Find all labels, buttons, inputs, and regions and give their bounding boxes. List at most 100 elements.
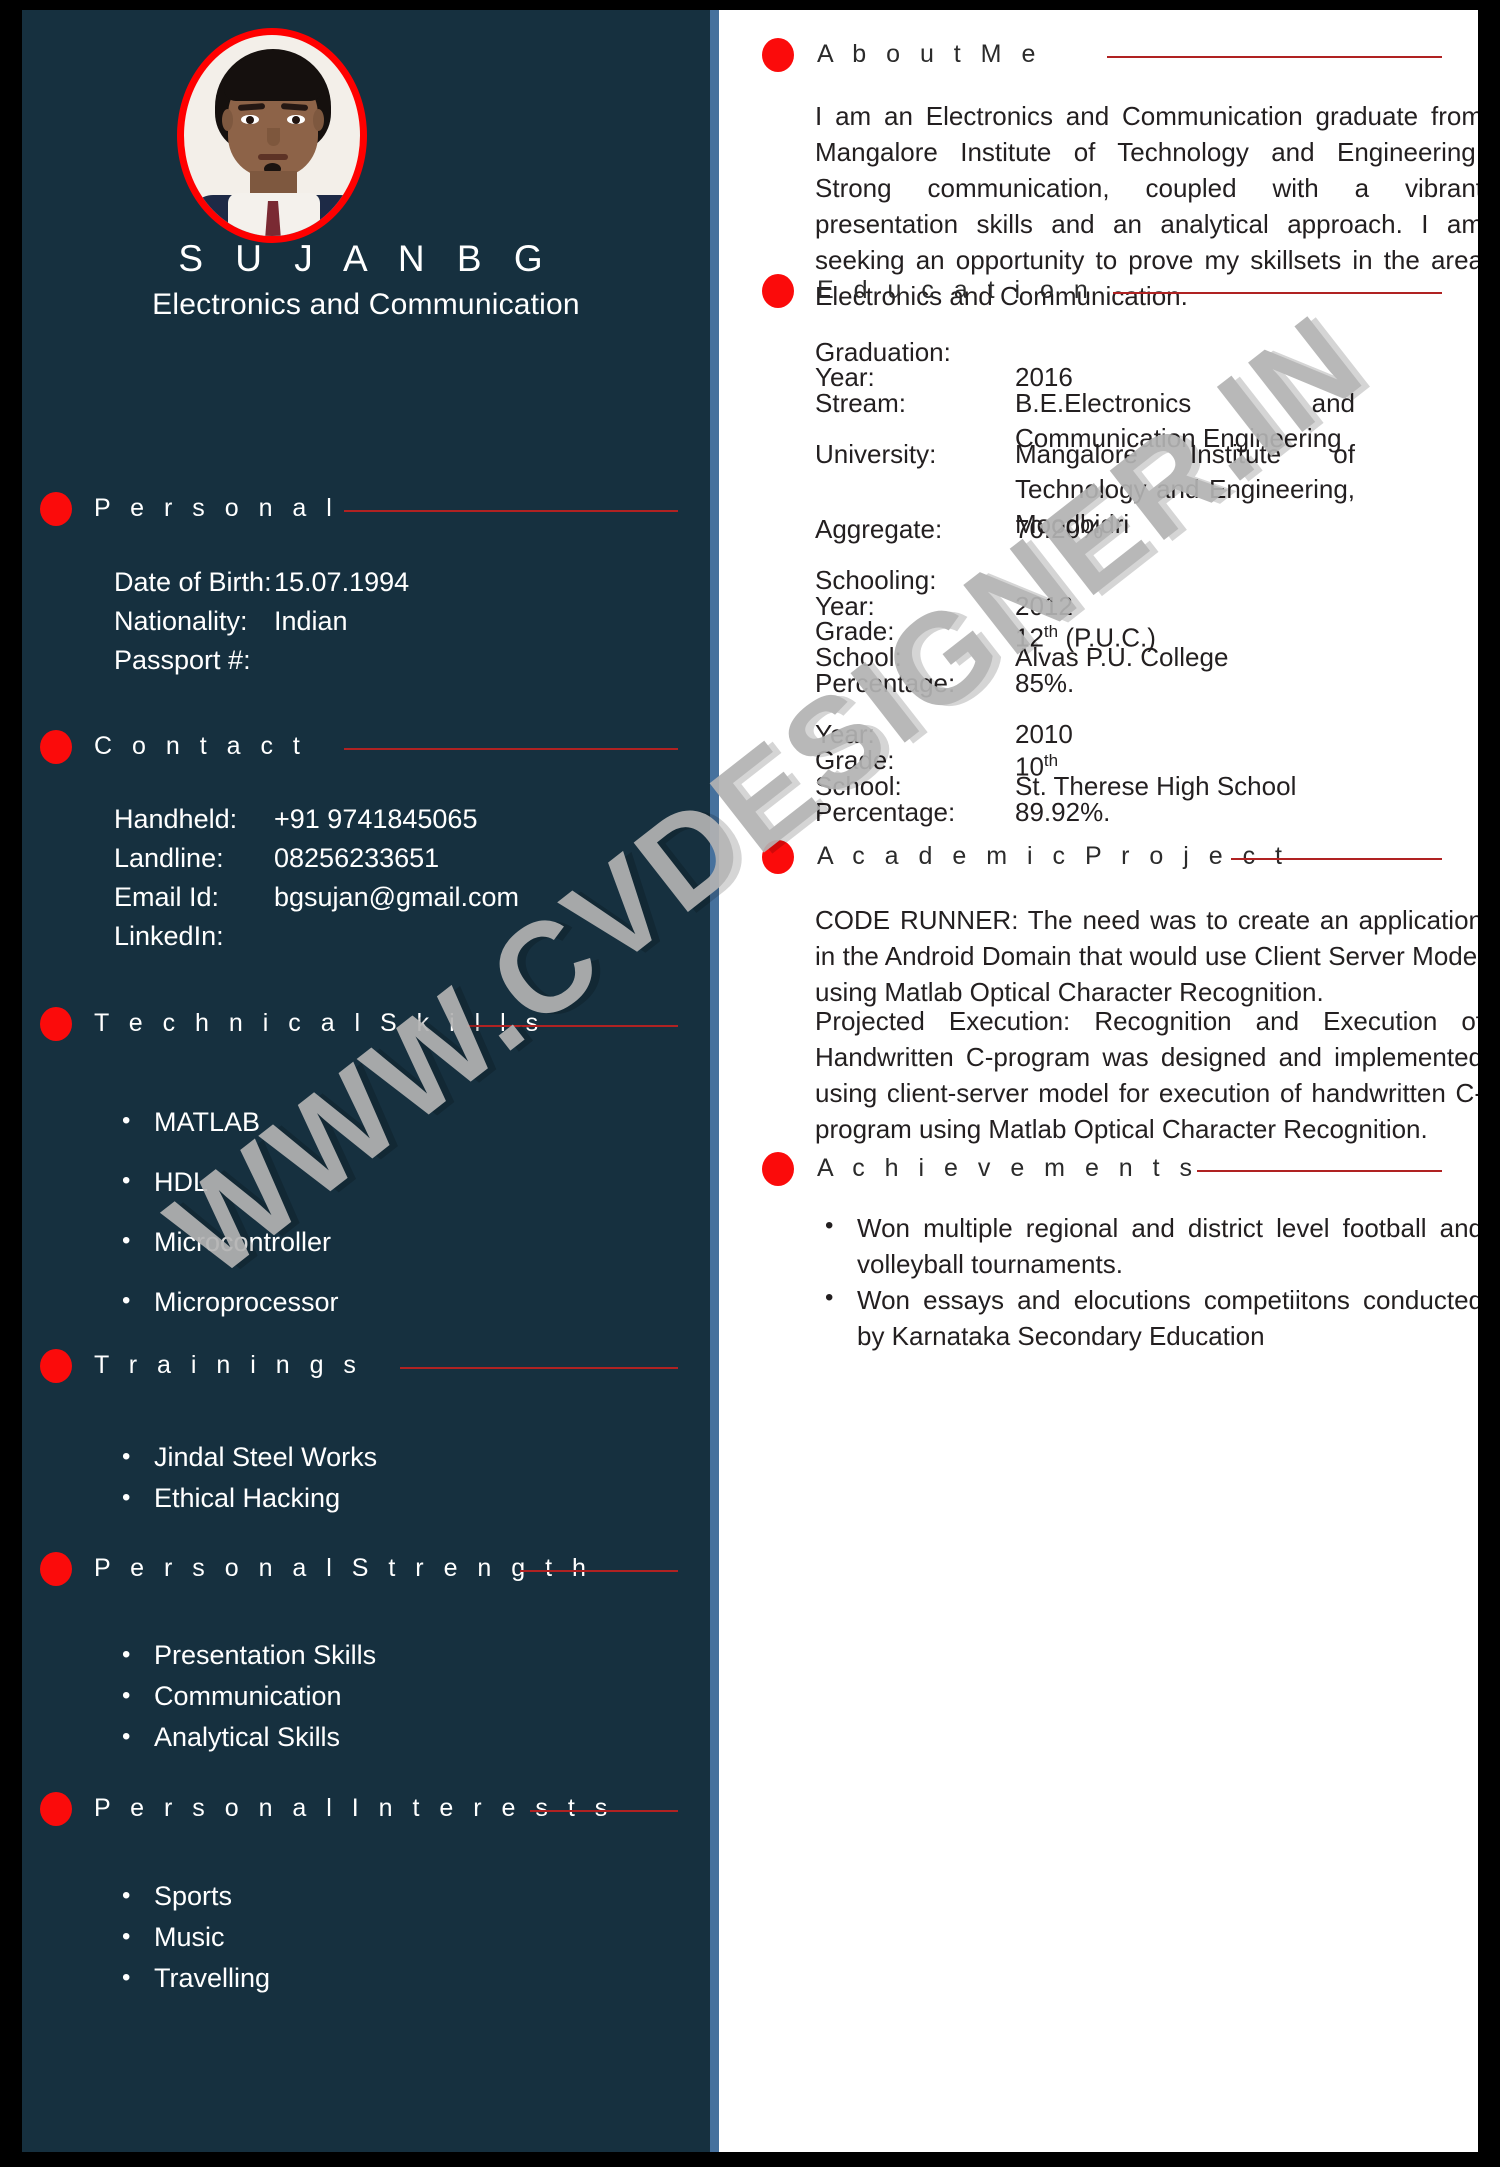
education-schooling-heading: Schooling:	[815, 565, 937, 595]
section-bullet-icon	[40, 1552, 72, 1586]
personal-nationality-row: Nationality: Indian	[114, 602, 348, 641]
section-bullet-icon	[40, 730, 72, 764]
section-title-education: E d u c a t i o n	[817, 276, 1095, 304]
section-bullet-icon	[762, 1152, 794, 1186]
education-schooling1-school: School: Alvas P.U. College	[815, 642, 1229, 672]
section-title-personal: P e r s o n a l	[94, 494, 339, 522]
section-bullet-icon	[40, 1792, 72, 1826]
section-title-technical-skills: T e c h n i c a l S k i l l s	[94, 1009, 545, 1037]
personal-dob-label: Date of Birth:	[114, 567, 272, 597]
personal-nationality-label: Nationality:	[114, 606, 248, 636]
education-schooling1-year: Year: 2012	[815, 591, 1073, 621]
section-rule	[520, 1570, 678, 1572]
education-schooling2-school: School: St. Therese High School	[815, 771, 1297, 801]
contact-handheld-row: Handheld: +91 9741845065	[114, 800, 477, 839]
section-bullet-icon	[762, 38, 794, 72]
section-contact: C o n t a c t	[22, 728, 710, 772]
education-schooling2-percentage: Percentage: 89.92%.	[815, 797, 1111, 827]
panel-edge-stripe	[710, 10, 719, 2152]
list-item: Microprocessor	[114, 1271, 339, 1332]
technical-skills-list: MATLAB HDL Microcontroller Microprocesso…	[114, 1091, 339, 1332]
main-content: A b o u t M e I am an Electronics and Co…	[719, 10, 1478, 2152]
section-title-contact: C o n t a c t	[94, 732, 307, 760]
personal-passport-label: Passport #:	[114, 645, 251, 675]
candidate-name: S U J A N B G	[178, 238, 554, 279]
contact-email-row: Email Id: bgsujan@gmail.com	[114, 878, 519, 917]
contact-landline-row: Landline: 08256233651	[114, 839, 439, 878]
section-about-me: A b o u t M e	[719, 36, 1478, 80]
section-rule	[1231, 858, 1442, 860]
education-schooling1-percentage: Percentage: 85%.	[815, 668, 1075, 698]
achievements-list: Won multiple regional and district level…	[815, 1208, 1478, 1354]
section-bullet-icon	[40, 1007, 72, 1041]
section-bullet-icon	[40, 492, 72, 526]
list-item: Microcontroller	[114, 1211, 339, 1272]
academic-project-paragraph-2: Projected Execution: Recognition and Exe…	[815, 1006, 1478, 1144]
personal-dob-value: 15.07.1994	[274, 567, 410, 597]
education-schooling1-grade: Grade: 12th (P.U.C.)	[815, 614, 1435, 653]
section-rule	[1197, 1170, 1442, 1172]
left-sidebar: S U J A N B G Electronics and Communicat…	[22, 10, 710, 2152]
list-item: HDL	[114, 1151, 339, 1212]
list-item: Jindal Steel Works	[114, 1436, 377, 1478]
contact-email-value[interactable]: bgsujan@gmail.com	[274, 882, 519, 912]
list-item: Communication	[114, 1675, 376, 1717]
section-achievements: A c h i e v e m e n t s	[719, 1150, 1478, 1194]
education-schooling2-year: Year: 2010	[815, 719, 1073, 749]
section-rule	[530, 1810, 678, 1812]
section-title-about-me: A b o u t M e	[817, 40, 1042, 68]
section-bullet-icon	[40, 1349, 72, 1383]
section-personal-strength: P e r s o n a l S t r e n g t h	[22, 1550, 710, 1594]
section-personal-interests: P e r s o n a l I n t e r e s t s	[22, 1790, 710, 1834]
personal-interests-list: Sports Music Travelling	[114, 1875, 270, 1999]
contact-linkedin-row: LinkedIn:	[114, 917, 274, 956]
section-title-achievements: A c h i e v e m e n t s	[817, 1154, 1199, 1182]
contact-email-label: Email Id:	[114, 882, 220, 912]
section-rule	[344, 748, 678, 750]
list-item: Won essays and elocutions competiitons c…	[815, 1280, 1478, 1354]
list-item: Presentation Skills	[114, 1634, 376, 1676]
section-title-personal-strength: P e r s o n a l S t r e n g t h	[94, 1554, 593, 1582]
education-graduation-year: Year: 2016	[815, 362, 1073, 392]
contact-handheld-value[interactable]: +91 9741845065	[274, 804, 477, 834]
list-item: Sports	[114, 1875, 270, 1917]
education-graduation-heading: Graduation:	[815, 337, 951, 367]
avatar	[177, 28, 367, 243]
section-technical-skills: T e c h n i c a l S k i l l s	[22, 1005, 710, 1049]
contact-handheld-label: Handheld:	[114, 804, 238, 834]
section-rule	[400, 1367, 678, 1369]
list-item: MATLAB	[114, 1091, 339, 1152]
education-graduation-aggregate: Aggregate: 70.20%	[815, 514, 1104, 544]
personal-dob-row: Date of Birth:15.07.1994	[114, 563, 409, 602]
personal-passport-row: Passport #:	[114, 641, 274, 680]
list-item: Travelling	[114, 1957, 270, 1999]
section-title-personal-interests: P e r s o n a l I n t e r e s t s	[94, 1794, 614, 1822]
section-title-trainings: T r a i n i n g s	[94, 1351, 363, 1379]
section-bullet-icon	[762, 840, 794, 874]
contact-landline-label: Landline:	[114, 843, 224, 873]
section-academic-project: A c a d e m i c P r o j e c t	[719, 838, 1478, 882]
personal-strength-list: Presentation Skills Communication Analyt…	[114, 1634, 376, 1758]
contact-landline-value[interactable]: 08256233651	[274, 843, 439, 873]
candidate-subtitle: Electronics and Communication	[152, 288, 580, 321]
profile-photo	[177, 28, 367, 243]
section-rule	[1107, 56, 1442, 58]
trainings-list: Jindal Steel Works Ethical Hacking	[114, 1436, 377, 1519]
contact-linkedin-label: LinkedIn:	[114, 921, 224, 951]
list-item: Ethical Hacking	[114, 1477, 377, 1519]
list-item: Music	[114, 1916, 270, 1958]
section-trainings: T r a i n i n g s	[22, 1347, 710, 1391]
section-title-academic-project: A c a d e m i c P r o j e c t	[817, 842, 1289, 870]
section-rule	[467, 1025, 678, 1027]
section-rule	[344, 510, 678, 512]
education-schooling2-grade: Grade: 10th	[815, 743, 1435, 782]
section-bullet-icon	[762, 274, 794, 308]
section-personal: P e r s o n a l	[22, 490, 710, 534]
section-education: E d u c a t i o n	[719, 272, 1478, 316]
personal-nationality-value: Indian	[274, 606, 348, 636]
list-item: Analytical Skills	[114, 1716, 376, 1758]
section-rule	[1113, 292, 1442, 294]
academic-project-paragraph-1: CODE RUNNER: The need was to create an a…	[815, 905, 1478, 1007]
list-item: Won multiple regional and district level…	[815, 1208, 1478, 1282]
cv-page: S U J A N B G Electronics and Communicat…	[22, 10, 1478, 2152]
